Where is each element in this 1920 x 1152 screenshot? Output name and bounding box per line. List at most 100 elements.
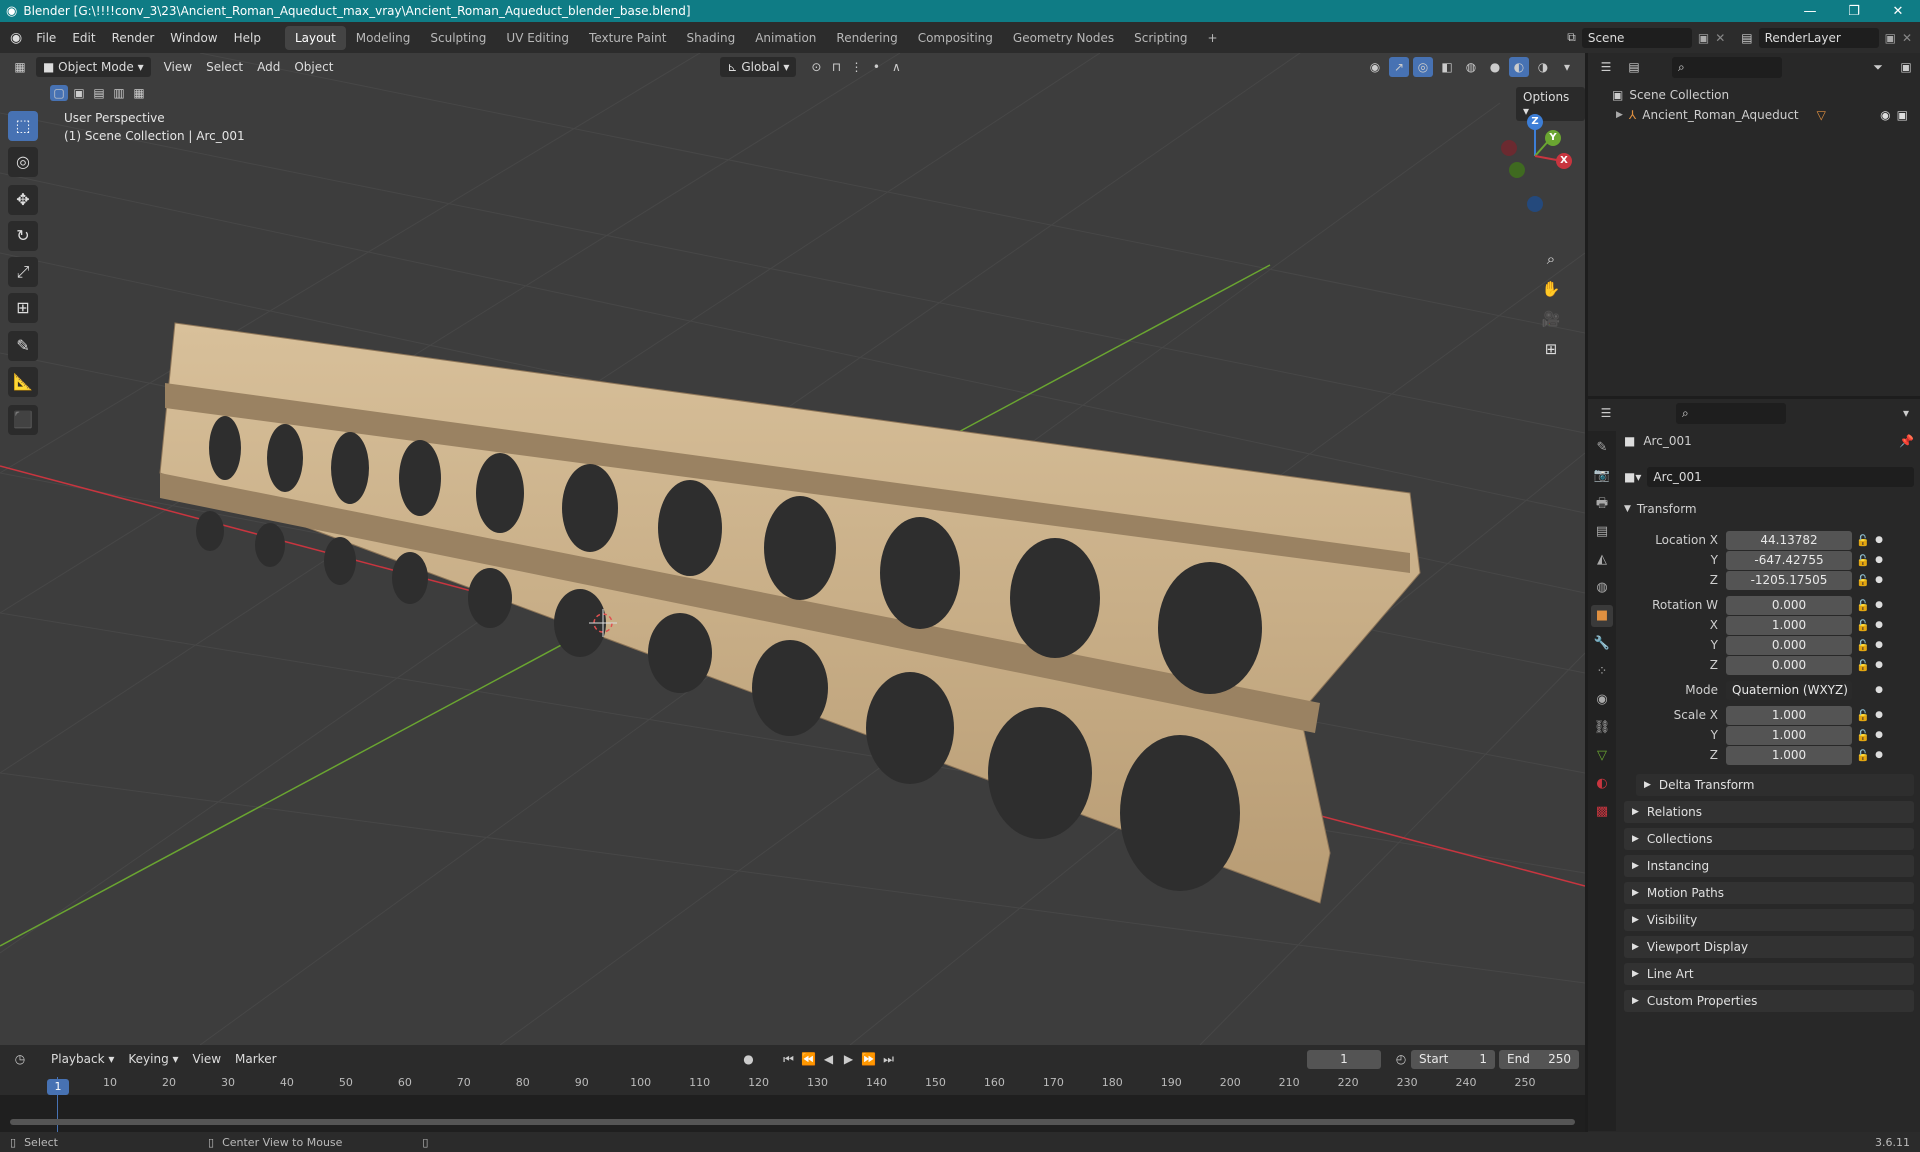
output-tab-icon[interactable]: 🖶 [1591, 493, 1613, 515]
datablock-icon[interactable]: ■▾ [1624, 470, 1641, 484]
3d-viewport[interactable]: ▦ ■ Object Mode ▾ View Select Add Object… [0, 53, 1585, 1045]
tab-modeling[interactable]: Modeling [346, 26, 421, 50]
overlay-toggle-icon[interactable]: ◎ [1413, 57, 1433, 77]
falloff-icon[interactable]: ∧ [886, 57, 906, 77]
menu-timeline-view[interactable]: View [186, 1049, 228, 1069]
lock-icon[interactable]: 🔓 [1852, 709, 1874, 722]
tool-tab-icon[interactable]: ✎ [1591, 437, 1613, 459]
close-button[interactable]: ✕ [1876, 4, 1920, 19]
expand-arrow-icon[interactable]: ▶ [1616, 110, 1623, 120]
scale-z-field[interactable]: 1.000 [1726, 745, 1852, 765]
render-camera-icon[interactable]: ▣ [1897, 108, 1908, 122]
current-frame-field[interactable]: 1 [1307, 1049, 1381, 1069]
tab-texture-paint[interactable]: Texture Paint [579, 26, 676, 50]
tab-layout[interactable]: Layout [284, 25, 346, 50]
menu-keying[interactable]: Keying ▾ [121, 1049, 185, 1069]
delete-scene-icon[interactable]: ✕ [1715, 31, 1725, 45]
material-tab-icon[interactable]: ◐ [1591, 773, 1613, 795]
outliner-item[interactable]: ▶ ⅄ Ancient_Roman_Aqueduct ▽ ◉ ▣ [1588, 105, 1920, 125]
rotate-tool-icon[interactable]: ↻ [8, 221, 38, 251]
particles-tab-icon[interactable]: ⁘ [1591, 661, 1613, 683]
zoom-icon[interactable]: ⌕ [1537, 245, 1565, 273]
object-tab-icon[interactable]: ■ [1591, 605, 1613, 627]
snap-icon[interactable]: ⊓ [826, 57, 846, 77]
delta-transform-panel[interactable]: ▶ Delta Transform [1636, 774, 1914, 796]
visibility-eye-icon[interactable]: ◉ [1880, 108, 1890, 122]
properties-search-input[interactable]: ⌕ [1676, 402, 1786, 424]
menu-select[interactable]: Select [199, 57, 250, 77]
timeline-track[interactable] [0, 1095, 1585, 1135]
menu-window[interactable]: Window [162, 31, 225, 45]
select-extend-icon[interactable]: ▣ [70, 85, 88, 101]
mode-selector[interactable]: ■ Object Mode ▾ [36, 57, 151, 77]
prev-keyframe-icon[interactable]: ⏪ [799, 1049, 819, 1069]
keyframe-dot-icon[interactable]: ● [1874, 660, 1884, 670]
lock-icon[interactable]: 🔓 [1852, 749, 1874, 762]
timeline-scrollbar[interactable] [10, 1119, 1575, 1125]
menu-render[interactable]: Render [104, 31, 163, 45]
new-layer-icon[interactable]: ▣ [1885, 31, 1896, 45]
minimize-button[interactable]: — [1788, 4, 1832, 19]
select-invert-icon[interactable]: ▥ [110, 85, 128, 101]
menu-add[interactable]: Add [250, 57, 287, 77]
modifier-tab-icon[interactable]: 🔧 [1591, 633, 1613, 655]
proportional-edit-icon[interactable]: • [866, 57, 886, 77]
scale-x-field[interactable]: 1.000 [1726, 705, 1852, 725]
add-workspace-button[interactable]: + [1198, 26, 1228, 50]
physics-tab-icon[interactable]: ◉ [1591, 689, 1613, 711]
transform-orientation[interactable]: ⊾ Global ▾ [720, 57, 797, 77]
keyframe-dot-icon[interactable]: ● [1874, 730, 1884, 740]
select-box-tool-icon[interactable]: ⬚ [8, 111, 38, 141]
rotation-z-field[interactable]: 0.000 [1726, 655, 1852, 675]
xray-icon[interactable]: ◧ [1437, 57, 1457, 77]
location-x-field[interactable]: 44.13782 [1726, 530, 1852, 550]
end-frame-field[interactable]: End 250 [1499, 1049, 1579, 1069]
solid-shading-icon[interactable]: ● [1485, 57, 1505, 77]
gizmo-neg-x-axis[interactable] [1501, 140, 1517, 156]
instancing-panel[interactable]: ▶ Instancing [1624, 855, 1914, 877]
gizmo-toggle-icon[interactable]: ↗ [1389, 57, 1409, 77]
tab-geometry-nodes[interactable]: Geometry Nodes [1003, 26, 1124, 50]
scale-tool-icon[interactable]: ⤢ [8, 257, 38, 287]
play-icon[interactable]: ▶ [839, 1049, 859, 1069]
wireframe-shading-icon[interactable]: ◍ [1461, 57, 1481, 77]
menu-playback[interactable]: Playback ▾ [44, 1049, 121, 1069]
lock-icon[interactable]: 🔓 [1852, 554, 1874, 567]
location-z-field[interactable]: -1205.17505 [1726, 570, 1852, 590]
scene-selector-icon[interactable]: ⧉ [1567, 30, 1576, 45]
keyframe-dot-icon[interactable]: ● [1874, 750, 1884, 760]
lock-icon[interactable]: 🔓 [1852, 659, 1874, 672]
motion-paths-panel[interactable]: ▶ Motion Paths [1624, 882, 1914, 904]
lock-icon[interactable]: 🔓 [1852, 619, 1874, 632]
rotation-w-field[interactable]: 0.000 [1726, 595, 1852, 615]
scale-y-field[interactable]: 1.000 [1726, 725, 1852, 745]
start-frame-field[interactable]: Start 1 [1411, 1049, 1495, 1069]
pan-hand-icon[interactable]: ✋ [1537, 275, 1565, 303]
shading-dropdown-icon[interactable]: ▾ [1557, 57, 1577, 77]
gizmo-neg-z-axis[interactable] [1527, 196, 1543, 212]
tab-sculpting[interactable]: Sculpting [420, 26, 496, 50]
viewport-display-panel[interactable]: ▶ Viewport Display [1624, 936, 1914, 958]
keyframe-dot-icon[interactable]: ● [1874, 620, 1884, 630]
tab-animation[interactable]: Animation [745, 26, 826, 50]
select-subtract-icon[interactable]: ▤ [90, 85, 108, 101]
outliner-display-mode-icon[interactable]: ▤ [1624, 57, 1644, 77]
tab-shading[interactable]: Shading [676, 26, 745, 50]
tab-uv-editing[interactable]: UV Editing [496, 26, 579, 50]
rotation-mode-dropdown[interactable]: Quaternion (WXYZ) ▾ [1726, 680, 1852, 716]
outliner-search-input[interactable]: ⌕ [1672, 56, 1782, 78]
rotation-y-field[interactable]: 0.000 [1726, 635, 1852, 655]
gizmo-neg-y-axis[interactable] [1509, 162, 1525, 178]
transform-header[interactable]: ▼ Transform [1624, 499, 1914, 519]
visibility-icon[interactable]: ◉ [1365, 57, 1385, 77]
keyframe-dot-icon[interactable]: ● [1874, 640, 1884, 650]
properties-options-icon[interactable]: ▾ [1896, 403, 1916, 423]
menu-file[interactable]: File [28, 31, 64, 45]
modifier-icon[interactable]: ▽ [1817, 108, 1826, 122]
jump-start-icon[interactable]: ⏮ [779, 1049, 799, 1069]
lock-icon[interactable]: 🔓 [1852, 534, 1874, 547]
keyframe-dot-icon[interactable]: ● [1874, 685, 1884, 695]
select-intersect-icon[interactable]: ▦ [130, 85, 148, 101]
properties-editor-icon[interactable]: ☰ [1596, 403, 1616, 423]
rendered-shading-icon[interactable]: ◑ [1533, 57, 1553, 77]
